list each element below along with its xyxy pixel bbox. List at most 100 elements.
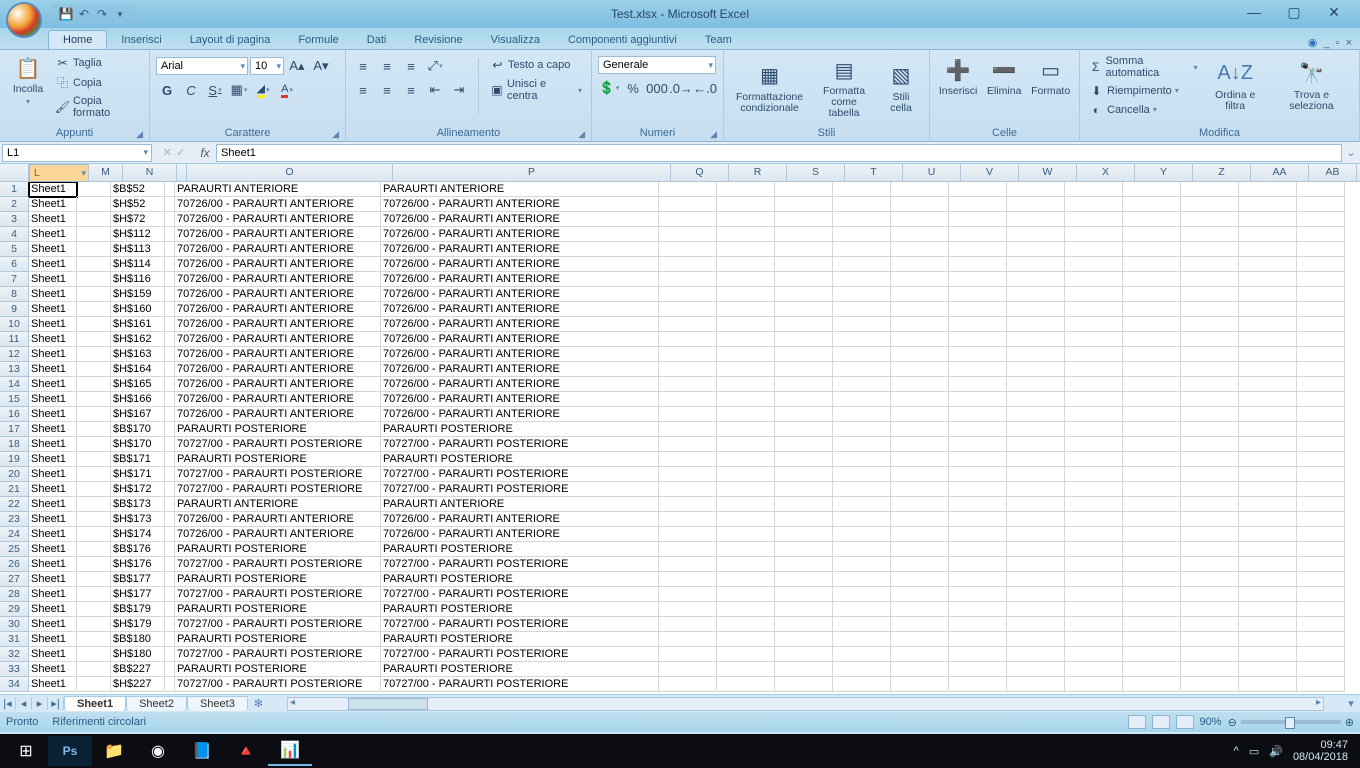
row-header[interactable]: 20 [0, 467, 29, 482]
ribbon-tab-formule[interactable]: Formule [284, 31, 352, 49]
cell[interactable]: 70726/00 - PARAURTI ANTERIORE [175, 332, 381, 347]
cell[interactable] [1123, 497, 1181, 512]
row-header[interactable]: 23 [0, 512, 29, 527]
cell[interactable] [717, 557, 775, 572]
cell[interactable] [891, 482, 949, 497]
cell[interactable] [833, 452, 891, 467]
cell[interactable] [949, 677, 1007, 692]
zoom-out-button[interactable]: ⊖ [1228, 716, 1237, 729]
fill-color-button[interactable]: ◢ [252, 80, 274, 100]
cell[interactable] [1007, 437, 1065, 452]
cell[interactable] [1007, 287, 1065, 302]
qat-dropdown-icon[interactable]: ▼ [112, 6, 128, 22]
cell[interactable] [77, 677, 111, 692]
cell[interactable] [1239, 467, 1297, 482]
cell[interactable] [891, 602, 949, 617]
cell[interactable] [1297, 242, 1345, 257]
cell[interactable] [1239, 632, 1297, 647]
cell[interactable] [1239, 347, 1297, 362]
cell[interactable] [1123, 362, 1181, 377]
cell[interactable]: $H$112 [111, 227, 165, 242]
cell[interactable] [775, 557, 833, 572]
cell[interactable] [659, 677, 717, 692]
cell[interactable]: PARAURTI POSTERIORE [175, 422, 381, 437]
cell[interactable] [833, 497, 891, 512]
cell[interactable] [1239, 662, 1297, 677]
cell[interactable] [1297, 602, 1345, 617]
cell[interactable] [165, 182, 175, 197]
cell[interactable] [77, 497, 111, 512]
cell[interactable] [1297, 377, 1345, 392]
cell[interactable]: 70727/00 - PARAURTI POSTERIORE [381, 437, 659, 452]
cell[interactable] [1065, 662, 1123, 677]
cell[interactable]: Sheet1 [29, 632, 77, 647]
row-header[interactable]: 6 [0, 257, 29, 272]
cell[interactable] [833, 467, 891, 482]
cell[interactable] [659, 257, 717, 272]
cell[interactable] [1123, 347, 1181, 362]
redo-icon[interactable]: ↷ [94, 6, 110, 22]
first-sheet-button[interactable]: |◂ [0, 697, 16, 710]
cell[interactable] [717, 377, 775, 392]
cell[interactable]: 70726/00 - PARAURTI ANTERIORE [381, 527, 659, 542]
format-cells-button[interactable]: ▭Formato [1028, 54, 1073, 99]
wrap-text-button[interactable]: ↩Testo a capo [487, 56, 585, 73]
cell[interactable] [1297, 527, 1345, 542]
cell[interactable] [833, 617, 891, 632]
cell[interactable] [949, 497, 1007, 512]
cell[interactable] [1123, 377, 1181, 392]
cell[interactable] [949, 227, 1007, 242]
decrease-indent-button[interactable]: ⇤ [424, 80, 446, 100]
cell[interactable] [1239, 452, 1297, 467]
cell[interactable] [165, 647, 175, 662]
column-header[interactable]: N [123, 164, 177, 181]
cell[interactable]: Sheet1 [29, 497, 77, 512]
cell[interactable]: 70726/00 - PARAURTI ANTERIORE [381, 512, 659, 527]
cell[interactable]: Sheet1 [29, 677, 77, 692]
cell[interactable] [1297, 362, 1345, 377]
horizontal-scrollbar[interactable]: ◂▸ [287, 697, 1324, 711]
cell[interactable] [77, 662, 111, 677]
cell[interactable]: Sheet1 [29, 512, 77, 527]
cell[interactable] [659, 302, 717, 317]
align-top-button[interactable]: ≡ [352, 56, 374, 76]
cell[interactable] [717, 542, 775, 557]
cell[interactable] [1297, 632, 1345, 647]
cell[interactable] [1181, 587, 1239, 602]
cell[interactable]: $B$173 [111, 497, 165, 512]
cell[interactable] [1181, 392, 1239, 407]
select-all-corner[interactable] [0, 164, 29, 181]
cell[interactable]: $H$176 [111, 557, 165, 572]
row-header[interactable]: 12 [0, 347, 29, 362]
cell[interactable] [775, 377, 833, 392]
cell[interactable] [1007, 317, 1065, 332]
cell[interactable]: $B$171 [111, 452, 165, 467]
cell[interactable] [77, 197, 111, 212]
cell[interactable]: PARAURTI ANTERIORE [381, 497, 659, 512]
ribbon-tab-revisione[interactable]: Revisione [400, 31, 476, 49]
expand-formula-icon[interactable]: ⌄ [1342, 146, 1360, 159]
italic-button[interactable]: C [180, 80, 202, 100]
cell[interactable] [1297, 617, 1345, 632]
cell[interactable] [1007, 677, 1065, 692]
cell[interactable] [1297, 512, 1345, 527]
cell[interactable] [949, 602, 1007, 617]
cell[interactable] [1239, 362, 1297, 377]
cell[interactable] [717, 662, 775, 677]
cell[interactable] [1181, 332, 1239, 347]
column-header[interactable] [177, 164, 187, 181]
cell[interactable] [1065, 677, 1123, 692]
cell[interactable] [833, 257, 891, 272]
cell[interactable] [1065, 647, 1123, 662]
dialog-launcher-icon[interactable]: ◢ [332, 129, 339, 140]
cell[interactable] [1181, 407, 1239, 422]
cell[interactable]: Sheet1 [29, 197, 77, 212]
cell[interactable]: Sheet1 [29, 407, 77, 422]
cell[interactable] [1297, 437, 1345, 452]
cell[interactable] [659, 182, 717, 197]
cell[interactable]: 70726/00 - PARAURTI ANTERIORE [175, 362, 381, 377]
cell[interactable] [1239, 557, 1297, 572]
cell[interactable] [1007, 332, 1065, 347]
cell[interactable] [659, 437, 717, 452]
cell[interactable] [1065, 617, 1123, 632]
